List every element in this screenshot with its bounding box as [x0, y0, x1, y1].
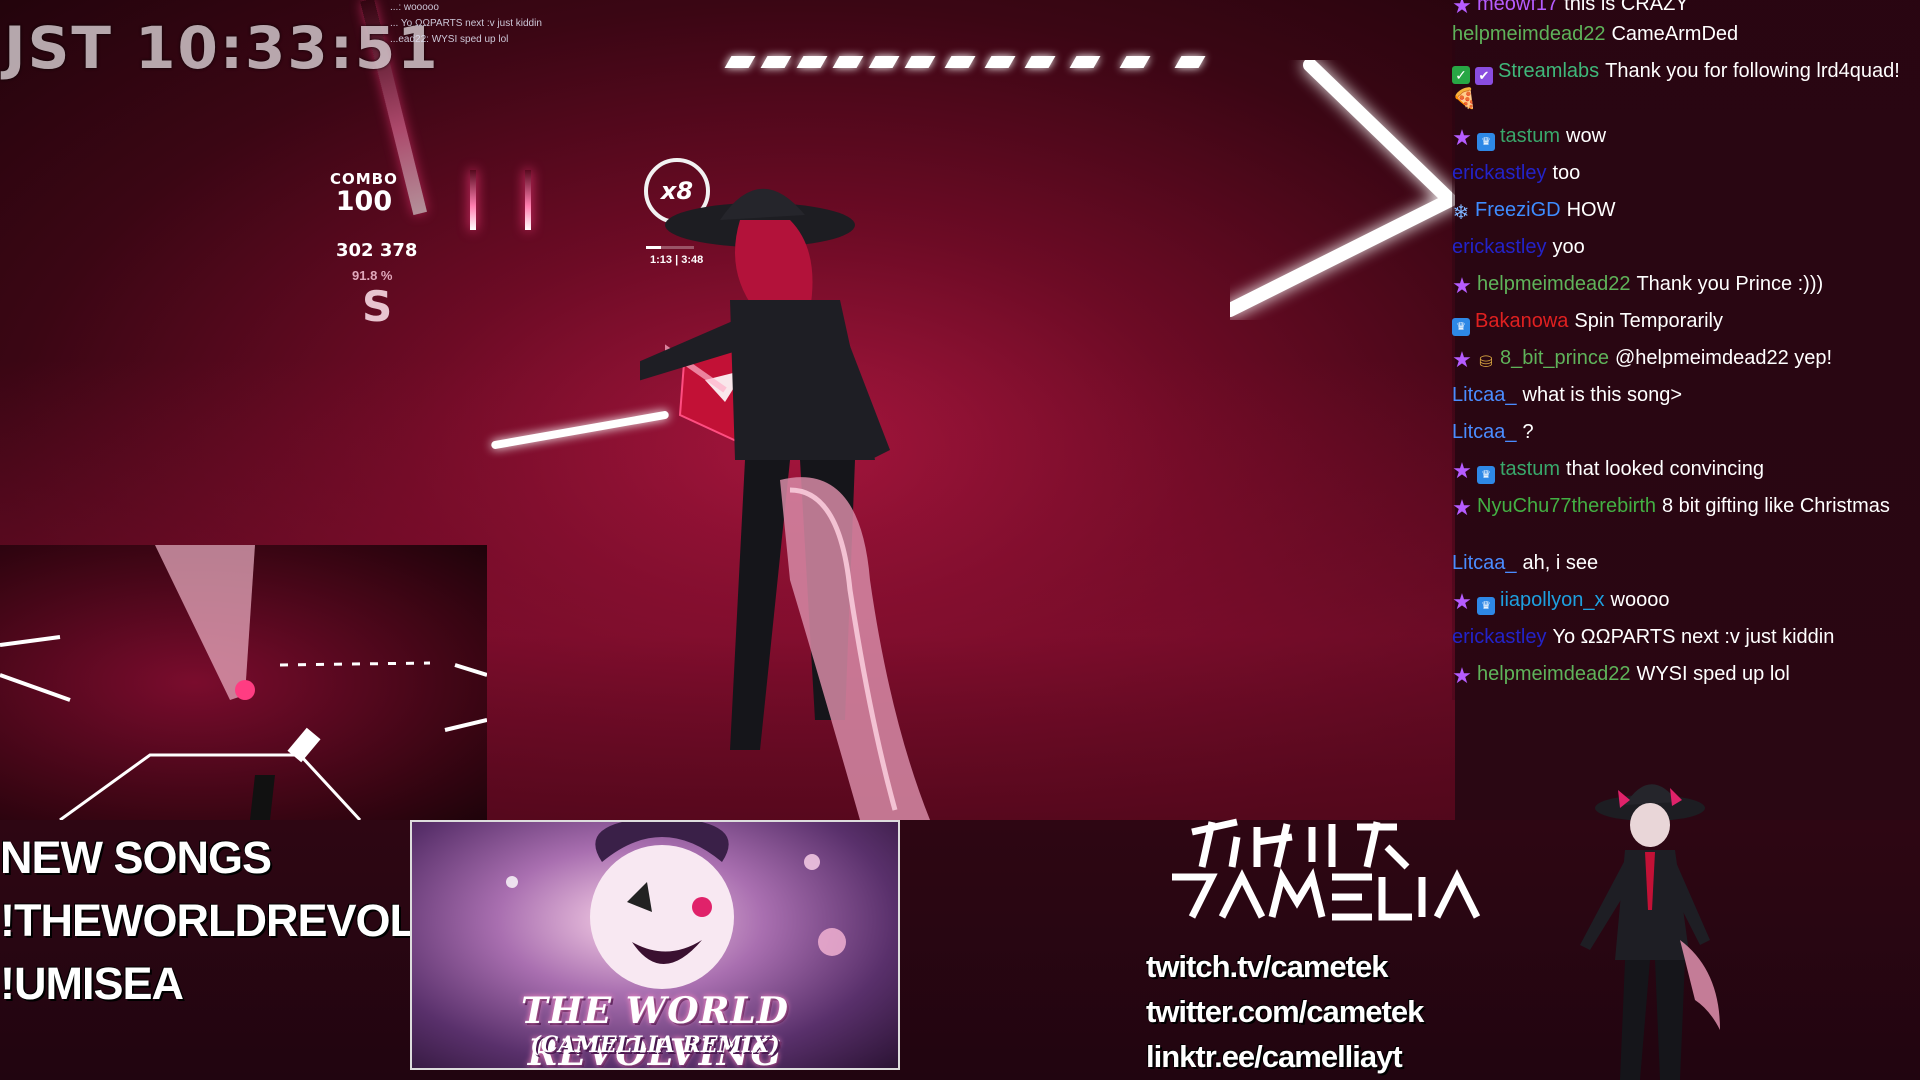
album-subtitle: (CAMELLIA REMIX) — [530, 1032, 780, 1058]
crown-badge-icon: ♛ — [1477, 466, 1495, 484]
chat-username[interactable]: erickastley — [1452, 236, 1546, 258]
chat-text: CameArmDed — [1611, 23, 1739, 45]
chat-text: Yo ΩΩPARTS next :v just kiddin — [1552, 626, 1835, 648]
vtuber-avatar-small — [1580, 784, 1720, 1080]
rank-value: S — [362, 282, 393, 331]
mini-chat-line: ...ead22: WYSI sped up lol — [390, 34, 509, 45]
chat-text: woooo — [1610, 589, 1670, 611]
chat-username[interactable]: FreeziGD — [1475, 199, 1561, 221]
snowflake-badge-icon: ❄ — [1452, 202, 1470, 224]
chat-message: ❄ FreeziGD HOW — [1452, 196, 1912, 224]
chat-username[interactable]: tastum — [1500, 458, 1560, 480]
combo-value: 100 — [335, 186, 393, 217]
chat-text: what is this song> — [1522, 384, 1683, 406]
chat-message: erickastley Yo ΩΩPARTS next :v just kiddi… — [1452, 623, 1912, 651]
chat-username[interactable]: Litcaa_ — [1452, 384, 1517, 406]
chat-text: too — [1552, 162, 1581, 184]
chat-username[interactable]: Bakanowa — [1475, 310, 1568, 332]
chat-text: that looked convincing — [1566, 458, 1764, 480]
chat-username[interactable]: iiapollyon_x — [1500, 589, 1605, 611]
chat-username[interactable]: 8_bit_prince — [1500, 347, 1609, 369]
verified-badge-icon: ✔ — [1475, 67, 1493, 85]
inset-scene — [0, 545, 487, 820]
chat-message: ★ helpmeimdead22 Thank you Prince :))) — [1452, 270, 1912, 298]
crown-badge-icon: ♛ — [1477, 133, 1495, 151]
mini-chat-overlay: ...: wooooo ... Yo ΩΩPARTS next :v just … — [390, 0, 542, 48]
chat-username[interactable]: helpmeimdead22 — [1477, 273, 1630, 295]
bits-badge-icon: ⛁ — [1479, 354, 1493, 371]
chat-message: ♛ Bakanowa Spin Temporarily — [1452, 307, 1912, 336]
chat-text: @helpmeimdead22 yep! — [1614, 347, 1833, 369]
album-title: THE WORLD REVOLVING — [520, 990, 789, 1070]
chat-text: Thank you Prince :))) — [1636, 273, 1824, 295]
chat-username[interactable]: helpmeimdead22 — [1452, 23, 1605, 45]
chat-text: 8 bit gifting like Christmas — [1662, 495, 1890, 517]
album-art: THE WORLD REVOLVING (CAMELLIA REMIX) — [410, 820, 900, 1070]
chat-message: ★ ⛁ 8_bit_prince @helpmeimdead22 yep! — [1452, 344, 1912, 372]
laser-beam — [470, 170, 476, 230]
chat-username[interactable]: erickastley — [1452, 626, 1546, 648]
subscriber-star-icon: ★ — [1452, 458, 1472, 483]
chat-username[interactable]: meowf17 — [1477, 0, 1558, 15]
chat-message: erickastley too — [1452, 159, 1912, 187]
camellia-logo — [1172, 818, 1481, 921]
chat-text: this is CRAZY — [1564, 0, 1689, 15]
accuracy-value: 91.8 % — [352, 268, 393, 283]
social-links: twitch.tv/cametek twitter.com/cametek li… — [1146, 944, 1424, 1079]
crown-badge-icon: ♛ — [1452, 318, 1470, 336]
chat-text: ? — [1522, 421, 1534, 443]
crown-badge-icon: ♛ — [1477, 597, 1495, 615]
chat-username[interactable]: tastum — [1500, 125, 1560, 147]
subscriber-star-icon: ★ — [1452, 663, 1472, 688]
chat-message: Litcaa_? — [1452, 418, 1912, 446]
subscriber-star-icon: ★ — [1452, 273, 1472, 298]
chat-text: HOW — [1566, 199, 1616, 221]
link-twitch: twitch.tv/cametek — [1146, 949, 1388, 984]
neon-chevron — [1230, 60, 1455, 317]
chat-text: wow — [1566, 125, 1607, 147]
score-value: 302 378 — [336, 240, 418, 261]
chat-username[interactable]: Litcaa_ — [1452, 552, 1517, 574]
subscriber-star-icon: ★ — [1452, 495, 1472, 520]
vtuber-avatar — [640, 188, 930, 820]
chat-message: ★ NyuChu77therebirth 8 bit gifting like Ch… — [1452, 492, 1912, 520]
subscriber-star-icon: ★ — [1452, 0, 1472, 18]
laser-beam — [525, 170, 531, 230]
jst-clock: JST 10:33:51 — [4, 14, 440, 82]
chat-message: Litcaa_ ah, i see — [1452, 549, 1912, 577]
subscriber-star-icon: ★ — [1452, 589, 1472, 614]
link-linktree: linktr.ee/camelliayt — [1146, 1039, 1403, 1074]
chat-message: helpmeimdead22 CameArmDed — [1452, 20, 1912, 48]
chat-message: ★ ♛ tastum wow — [1452, 122, 1912, 151]
chat-text: ah, i see — [1522, 552, 1599, 574]
chat-message: ✓ ✔ Streamlabs Thank you for following lrd4… — [1452, 57, 1912, 113]
chat-panel: ★ meowf17 this is CRAZY helpmeimdead22 CameA… — [1452, 0, 1920, 700]
combo-counter: COMBO 100 — [330, 170, 398, 216]
chat-username[interactable]: erickastley — [1452, 162, 1546, 184]
chat-message: ★ ♛ tastum that looked convincing — [1452, 455, 1912, 484]
chat-username[interactable]: NyuChu77therebirth — [1477, 495, 1656, 517]
mini-chat-line: ... Yo ΩΩPARTS next :v just kiddin — [390, 18, 542, 29]
game-viewport: JST 10:33:51 ...: wooooo ... Yo ΩΩPARTS … — [0, 0, 1455, 820]
track-dashes — [724, 56, 1258, 72]
camera-inset — [0, 545, 487, 820]
chat-username[interactable]: helpmeimdead22 — [1477, 663, 1630, 685]
chat-text: WYSI sped up lol — [1636, 663, 1790, 685]
link-twitter: twitter.com/cametek — [1146, 994, 1424, 1029]
chat-message: erickastley yoo — [1452, 233, 1912, 261]
chat-message: ★ helpmeimdead22 WYSI sped up lol — [1452, 660, 1912, 688]
chat-username[interactable]: Streamlabs — [1498, 60, 1599, 82]
chat-message: ★ meowf17 this is CRAZY — [1452, 0, 1912, 18]
chat-message: ★ ♛ iiapollyon_x woooo — [1452, 586, 1912, 615]
subscriber-star-icon: ★ — [1452, 125, 1472, 150]
chat-text: yoo — [1552, 236, 1585, 258]
check-badge-icon: ✓ — [1452, 66, 1470, 84]
chat-username[interactable]: Litcaa_ — [1452, 421, 1517, 443]
chat-text: Spin Temporarily — [1574, 310, 1723, 332]
subscriber-star-icon: ★ — [1452, 347, 1472, 372]
chat-message: Litcaa_ what is this song> — [1452, 381, 1912, 409]
mini-chat-line: ...: wooooo — [390, 2, 439, 13]
